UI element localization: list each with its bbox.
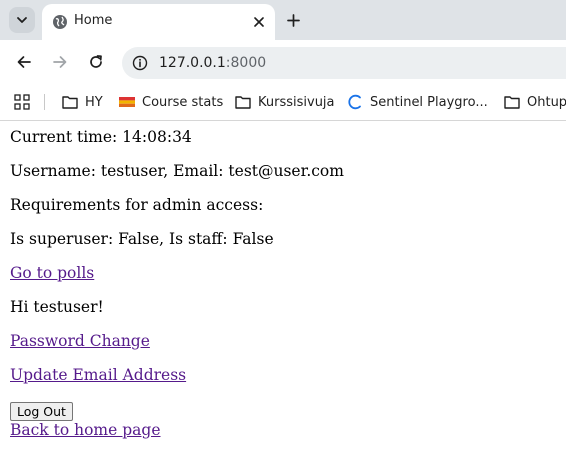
bookmarks-separator xyxy=(44,94,45,110)
info-icon[interactable] xyxy=(132,55,148,71)
apps-grid-icon[interactable] xyxy=(14,94,30,110)
new-tab-button[interactable] xyxy=(283,10,303,30)
chevron-down-icon xyxy=(17,17,27,23)
url-text[interactable]: 127.0.0.1:8000 xyxy=(159,55,266,71)
bookmark-label: Sentinel Playgro... xyxy=(370,94,488,110)
tab-strip: Home xyxy=(0,0,566,40)
home-link[interactable]: Back to home page xyxy=(10,421,161,439)
bookmark-kurssisivuja[interactable]: Kurssisivuja xyxy=(235,92,335,112)
admin-flags-text: Is superuser: False, Is staff: False xyxy=(10,230,274,248)
url-host: 127.0.0.1 xyxy=(159,55,226,71)
bookmark-label: Ohtup xyxy=(527,94,566,110)
browser-toolbar: 127.0.0.1:8000 xyxy=(0,40,566,84)
folder-icon xyxy=(235,94,251,110)
password-change-link[interactable]: Password Change xyxy=(10,332,150,350)
polls-link[interactable]: Go to polls xyxy=(10,264,94,282)
folder-icon xyxy=(62,94,78,110)
globe-icon xyxy=(53,15,67,29)
reload-button[interactable] xyxy=(86,52,106,72)
bookmarks-bar: HY Course stats Kurssisivuja Sentinel Pl… xyxy=(0,84,566,121)
reload-icon xyxy=(90,55,102,68)
user-info-text: Username: testuser, Email: test@user.com xyxy=(10,162,344,180)
greeting-text: Hi testuser! xyxy=(10,298,104,316)
back-button[interactable] xyxy=(14,52,34,72)
current-time-text: Current time: 14:08:34 xyxy=(10,128,192,146)
update-email-link[interactable]: Update Email Address xyxy=(10,366,186,384)
bookmark-label: HY xyxy=(85,94,103,110)
plus-icon xyxy=(286,13,300,27)
active-tab[interactable]: Home xyxy=(42,4,275,40)
bookmark-label: Course stats xyxy=(142,94,224,110)
course-stats-favicon xyxy=(119,94,135,110)
arrow-left-icon xyxy=(17,56,31,68)
bookmark-ohtup[interactable]: Ohtup xyxy=(504,92,566,112)
bookmark-sentinel-playground[interactable]: Sentinel Playgro... xyxy=(347,92,488,112)
address-bar[interactable]: 127.0.0.1:8000 xyxy=(122,47,566,79)
bookmark-course-stats[interactable]: Course stats xyxy=(119,92,223,112)
loading-spinner-icon xyxy=(347,94,363,110)
arrow-right-icon xyxy=(53,56,67,68)
bookmark-hy[interactable]: HY xyxy=(62,92,103,112)
forward-button[interactable] xyxy=(50,52,70,72)
logout-button[interactable]: Log Out xyxy=(10,402,73,421)
url-port: :8000 xyxy=(225,55,267,71)
tab-title: Home xyxy=(74,13,113,28)
bookmark-label: Kurssisivuja xyxy=(258,94,335,110)
folder-icon xyxy=(504,94,520,110)
admin-requirements-text: Requirements for admin access: xyxy=(10,196,264,214)
tab-search-button[interactable] xyxy=(9,7,35,33)
tab-close-button[interactable] xyxy=(251,14,267,30)
close-icon xyxy=(254,17,264,27)
